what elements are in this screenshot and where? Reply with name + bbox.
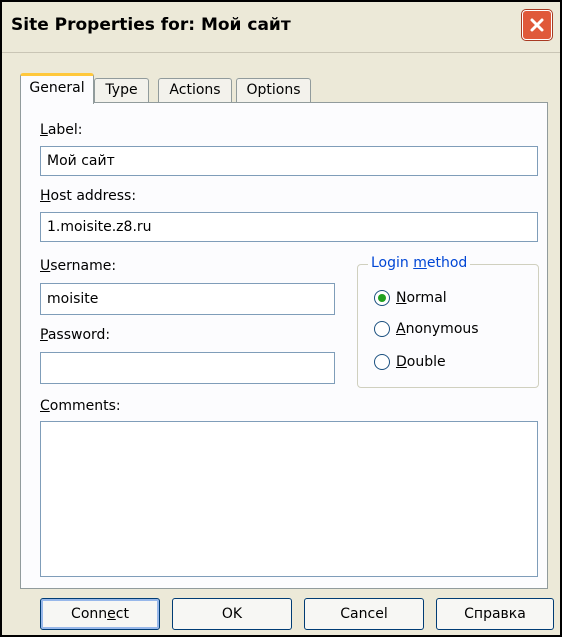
connect-button[interactable]: Conn e ct — [40, 598, 160, 630]
radio-anonymous-label: Anonymous — [396, 321, 479, 337]
tab-type[interactable]: Type — [94, 78, 149, 103]
tab-options[interactable]: Options — [236, 78, 311, 103]
username-label: Username: — [40, 258, 117, 274]
cancel-button[interactable]: Cancel — [304, 598, 424, 630]
password-label: Password: — [40, 327, 111, 343]
radio-anonymous[interactable]: Anonymous — [374, 321, 479, 337]
radio-normal-dot — [374, 290, 390, 306]
host-address-input[interactable]: 1.moisite.z8.ru — [40, 212, 538, 242]
ok-button[interactable]: OK — [172, 598, 292, 630]
radio-anonymous-dot — [374, 321, 390, 337]
radio-normal[interactable]: Normal — [374, 290, 447, 306]
tab-actions-label: Actions — [169, 82, 221, 98]
radio-double-label: Double — [396, 354, 446, 370]
password-input[interactable] — [40, 352, 335, 384]
radio-normal-label: Normal — [396, 290, 447, 306]
close-button[interactable] — [522, 10, 552, 40]
tab-general[interactable]: General — [20, 73, 94, 104]
label-input-value: Мой сайт — [47, 153, 115, 169]
tab-general-label: General — [29, 80, 85, 96]
login-method-group: Login method Normal Anonymous Double — [357, 255, 539, 388]
site-properties-dialog: Site Properties for: Мой сайт General Ty… — [0, 0, 562, 637]
label-input[interactable]: Мой сайт — [40, 146, 538, 176]
close-icon — [530, 18, 544, 32]
label-field-label: Label: — [40, 122, 83, 138]
login-method-title: Login method — [368, 255, 471, 271]
tab-options-label: Options — [246, 82, 301, 98]
host-address-label: Host address: — [40, 188, 137, 204]
radio-double-dot — [374, 354, 390, 370]
host-address-value: 1.moisite.z8.ru — [47, 219, 152, 235]
radio-double[interactable]: Double — [374, 354, 446, 370]
tab-type-label: Type — [105, 82, 138, 98]
comments-textarea[interactable] — [40, 421, 538, 577]
general-panel: Label: Мой сайт Host address: 1.moisite.… — [20, 102, 548, 589]
comments-label: Comments: — [40, 398, 121, 414]
title-bar[interactable]: Site Properties for: Мой сайт — [2, 2, 560, 53]
tab-actions[interactable]: Actions — [158, 78, 232, 103]
username-value: moisite — [47, 291, 99, 307]
username-input[interactable]: moisite — [40, 283, 335, 315]
window-title: Site Properties for: Мой сайт — [11, 15, 291, 35]
help-button[interactable]: Справка — [436, 598, 554, 630]
